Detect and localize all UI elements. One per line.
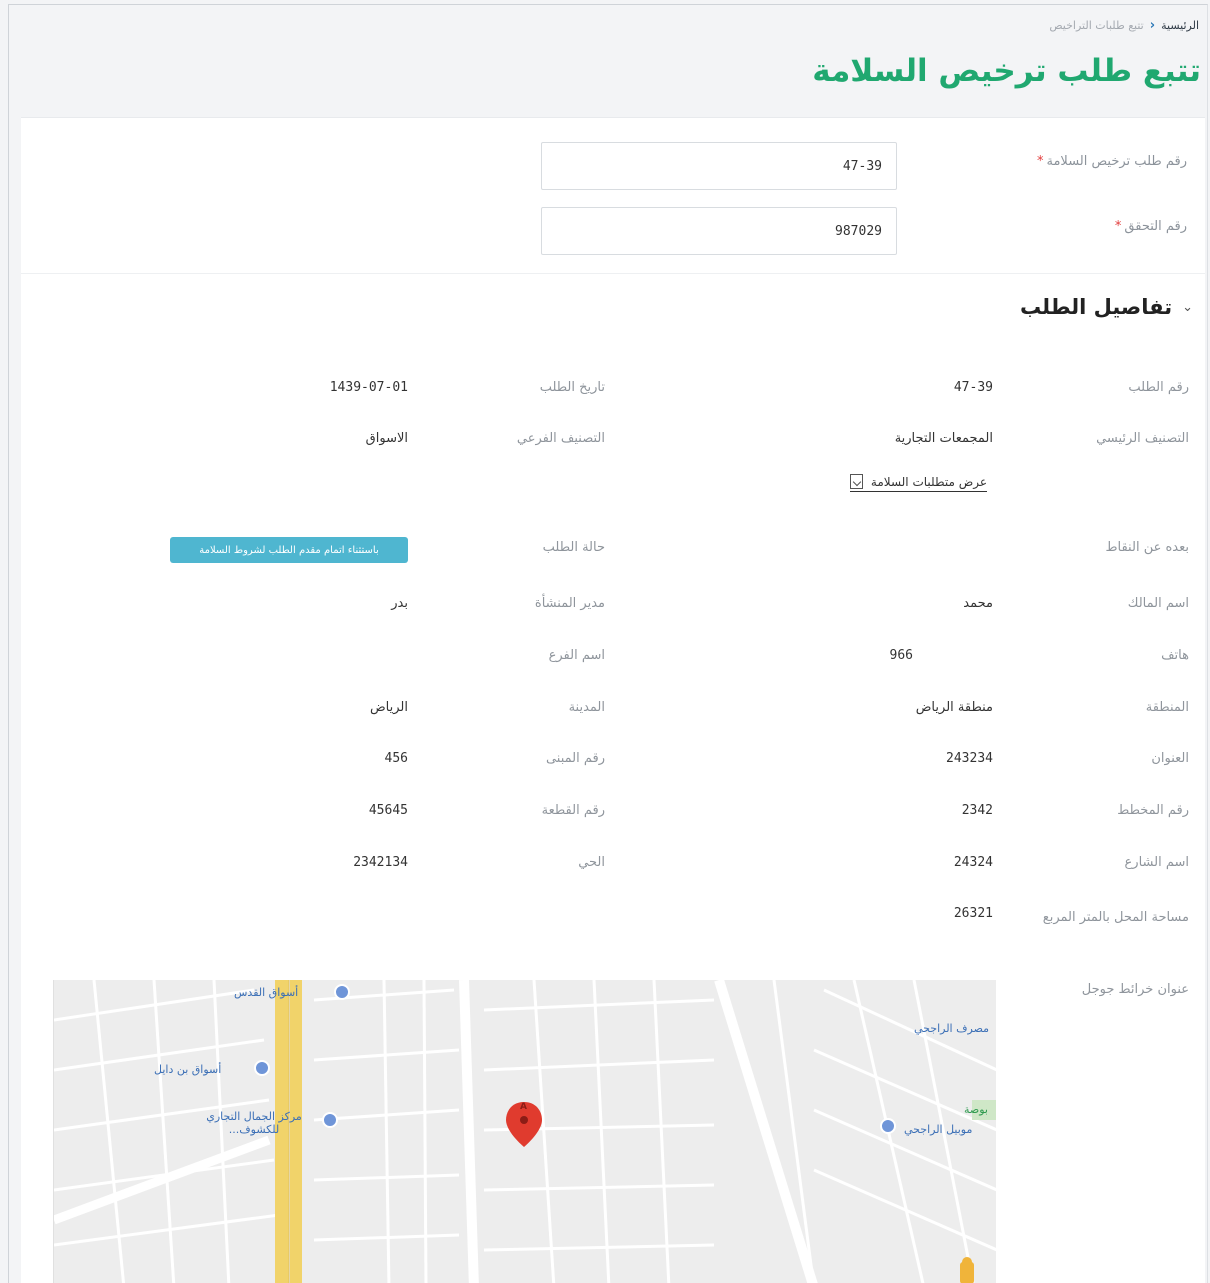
tracking-card: رقم طلب ترخيص السلامة* رقم التحقق* ⌄ تفا…: [21, 117, 1205, 1283]
detail-label: رقم المبنى: [545, 751, 605, 766]
detail-value: 26321: [953, 906, 993, 921]
detail-label: عنوان خرائط جوجل: [1081, 982, 1189, 997]
request-details-header[interactable]: ⌄ تفاصيل الطلب: [1020, 295, 1193, 319]
detail-label: اسم الشارع: [1124, 855, 1189, 870]
detail-label: رقم القطعة: [541, 803, 605, 818]
detail-value: 243234: [946, 751, 993, 766]
page-frame: الرئيسية ‹ تتبع طلبات التراخيص تتبع طلب …: [8, 4, 1208, 1283]
verification-number-label: رقم التحقق*: [1114, 219, 1187, 234]
detail-label: المنطقة: [1145, 700, 1189, 715]
google-map[interactable]: أسواق القدس أسواق بن دايل مركز الجمال ال…: [53, 980, 996, 1283]
gas-station-icon[interactable]: [880, 1118, 896, 1134]
detail-value: المجمعات التجارية: [894, 431, 993, 446]
detail-label: اسم المالك: [1127, 596, 1189, 611]
detail-value: 47-39: [953, 380, 993, 395]
search-form: رقم طلب ترخيص السلامة* رقم التحقق*: [21, 118, 1205, 274]
detail-label: بعده عن النقاط: [1105, 540, 1190, 555]
detail-value: 2342: [961, 803, 993, 818]
detail-value: 24324: [953, 855, 993, 870]
page-title: تتبع طلب ترخيص السلامة: [812, 53, 1201, 89]
detail-value: 45645: [368, 803, 408, 818]
detail-label: التصنيف الرئيسي: [1096, 431, 1189, 446]
detail-value: 966: [889, 648, 913, 663]
detail-value: محمد: [963, 596, 993, 611]
poi-label[interactable]: أسواق بن دايل: [154, 1063, 221, 1076]
detail-value: 1439-07-01: [329, 380, 408, 395]
breadcrumb-home[interactable]: الرئيسية: [1161, 19, 1199, 32]
detail-value: الاسواق: [365, 431, 408, 446]
detail-label: اسم الفرع: [548, 648, 605, 663]
detail-value: الرياض: [369, 700, 408, 715]
poi-label[interactable]: أسواق القدس: [234, 986, 298, 999]
required-mark: *: [1114, 219, 1122, 234]
marker-letter: A: [520, 1102, 527, 1112]
requirements-link-text: عرض متطلبات السلامة: [870, 474, 987, 489]
detail-label: هاتف: [1161, 648, 1189, 663]
breadcrumb-current: تتبع طلبات التراخيص: [1049, 19, 1144, 32]
detail-label: تاريخ الطلب: [539, 380, 605, 395]
shopping-bag-icon[interactable]: [254, 1060, 270, 1076]
detail-label: الحي: [578, 855, 605, 870]
status-badge: باستثناء اتمام مقدم الطلب لشروط السلامة: [170, 537, 408, 563]
detail-label: المدينة: [568, 700, 605, 715]
shopping-bag-icon[interactable]: [334, 984, 350, 1000]
detail-value: منطقة الرياض: [915, 700, 993, 715]
detail-value: 456: [384, 751, 408, 766]
detail-label: التصنيف الفرعي: [516, 431, 605, 446]
external-document-icon: [849, 474, 863, 489]
detail-label: حالة الطلب: [542, 540, 605, 555]
detail-label: مدير المنشأة: [534, 596, 605, 611]
detail-value: بدر: [391, 596, 408, 611]
license-number-input[interactable]: [541, 142, 897, 190]
safety-requirements-link[interactable]: عرض متطلبات السلامة: [849, 474, 987, 492]
poi-label[interactable]: مصرف الراجحي: [914, 1022, 989, 1035]
section-title: تفاصيل الطلب: [1019, 295, 1173, 319]
poi-label[interactable]: مركز الجمال التجاري للكشوف...: [184, 1110, 324, 1136]
required-mark: *: [1037, 154, 1044, 169]
detail-value: 2342134: [353, 855, 408, 870]
chevron-down-icon: ⌄: [1182, 299, 1193, 315]
poi-label[interactable]: بوصة: [964, 1103, 988, 1116]
detail-label: رقم المخطط: [1117, 803, 1189, 818]
detail-label: مساحة المحل بالمتر المربع: [1042, 910, 1189, 925]
breadcrumb: الرئيسية ‹ تتبع طلبات التراخيص: [1049, 18, 1199, 33]
license-number-label: رقم طلب ترخيص السلامة*: [1037, 154, 1187, 169]
shopping-bag-icon[interactable]: [322, 1112, 338, 1128]
detail-label: رقم الطلب: [1128, 380, 1189, 395]
chevron-left-icon: ‹: [1149, 18, 1156, 33]
poi-label[interactable]: موبيل الراجحي: [904, 1123, 972, 1136]
verification-number-input[interactable]: [541, 207, 897, 255]
detail-label: العنوان: [1151, 751, 1189, 766]
